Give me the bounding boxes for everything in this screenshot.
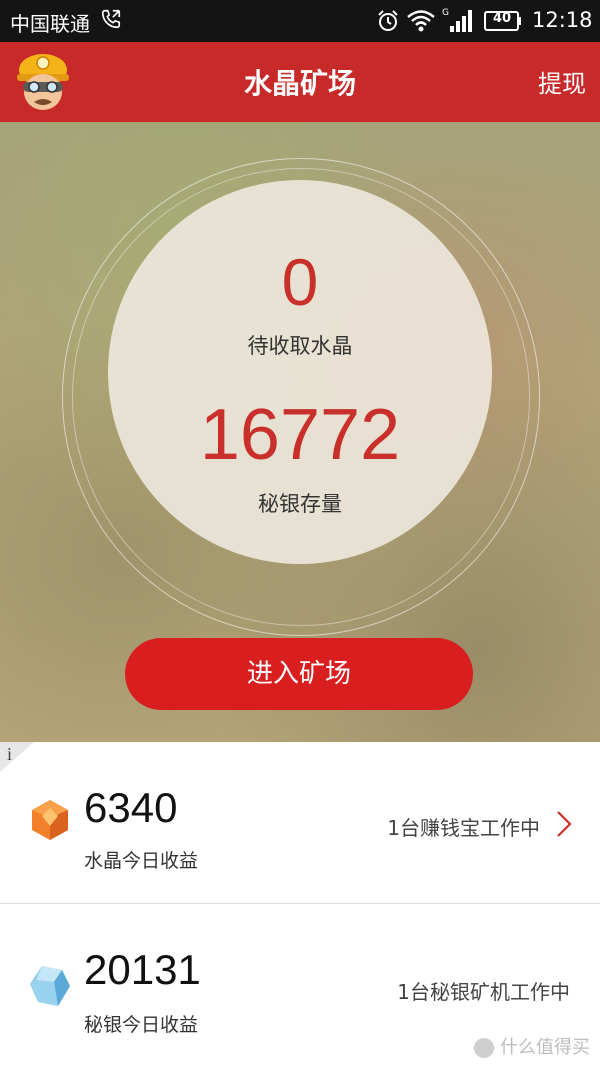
info-corner-icon[interactable] [0, 742, 34, 772]
watermark: 什么值得买 [474, 1033, 590, 1059]
svg-text:G: G [442, 8, 449, 18]
app-header: 水晶矿场 提现 [0, 42, 600, 122]
battery-level: 40 [492, 11, 512, 26]
silver-device-status: 1台秘银矿机工作中 [397, 980, 570, 1004]
signal-icon: G [442, 8, 472, 32]
silver-stock-label: 秘银存量 [258, 492, 342, 516]
call-forward-icon [101, 9, 121, 29]
alarm-icon [378, 10, 398, 31]
page-title: 水晶矿场 [243, 67, 356, 100]
crystal-device-status: 1台赚钱宝工作中 [387, 816, 540, 840]
pending-crystal-label: 待收取水晶 [247, 334, 353, 358]
mine-hero-panel: 0 待收取水晶 16772 秘银存量 进入矿场 [0, 122, 600, 742]
blue-crystal-icon [30, 966, 70, 1006]
silver-stock-value: 16772 [199, 395, 401, 475]
chevron-right-icon[interactable] [556, 810, 572, 838]
watermark-text: 什么值得买 [500, 1037, 590, 1058]
watermark-logo-icon [474, 1038, 494, 1058]
clock: 12:18 [532, 8, 593, 32]
crystal-earnings-row[interactable]: 6340 水晶今日收益 1台赚钱宝工作中 [0, 742, 600, 902]
orange-crystal-icon [32, 800, 68, 840]
wifi-icon [407, 10, 435, 32]
enter-mine-button[interactable]: 进入矿场 [125, 638, 473, 710]
silver-today-value: 20131 [84, 946, 201, 993]
pending-crystal-value: 0 [281, 245, 319, 319]
crystal-today-value: 6340 [84, 784, 178, 831]
carrier-name: 中国联通 [10, 12, 90, 36]
silver-today-label: 秘银今日收益 [84, 1014, 199, 1036]
withdraw-button[interactable]: 提现 [538, 64, 586, 99]
crystal-today-label: 水晶今日收益 [84, 850, 199, 872]
status-bar: 中国联通 G 40 12:18 [0, 0, 600, 42]
info-label: i [7, 744, 13, 764]
